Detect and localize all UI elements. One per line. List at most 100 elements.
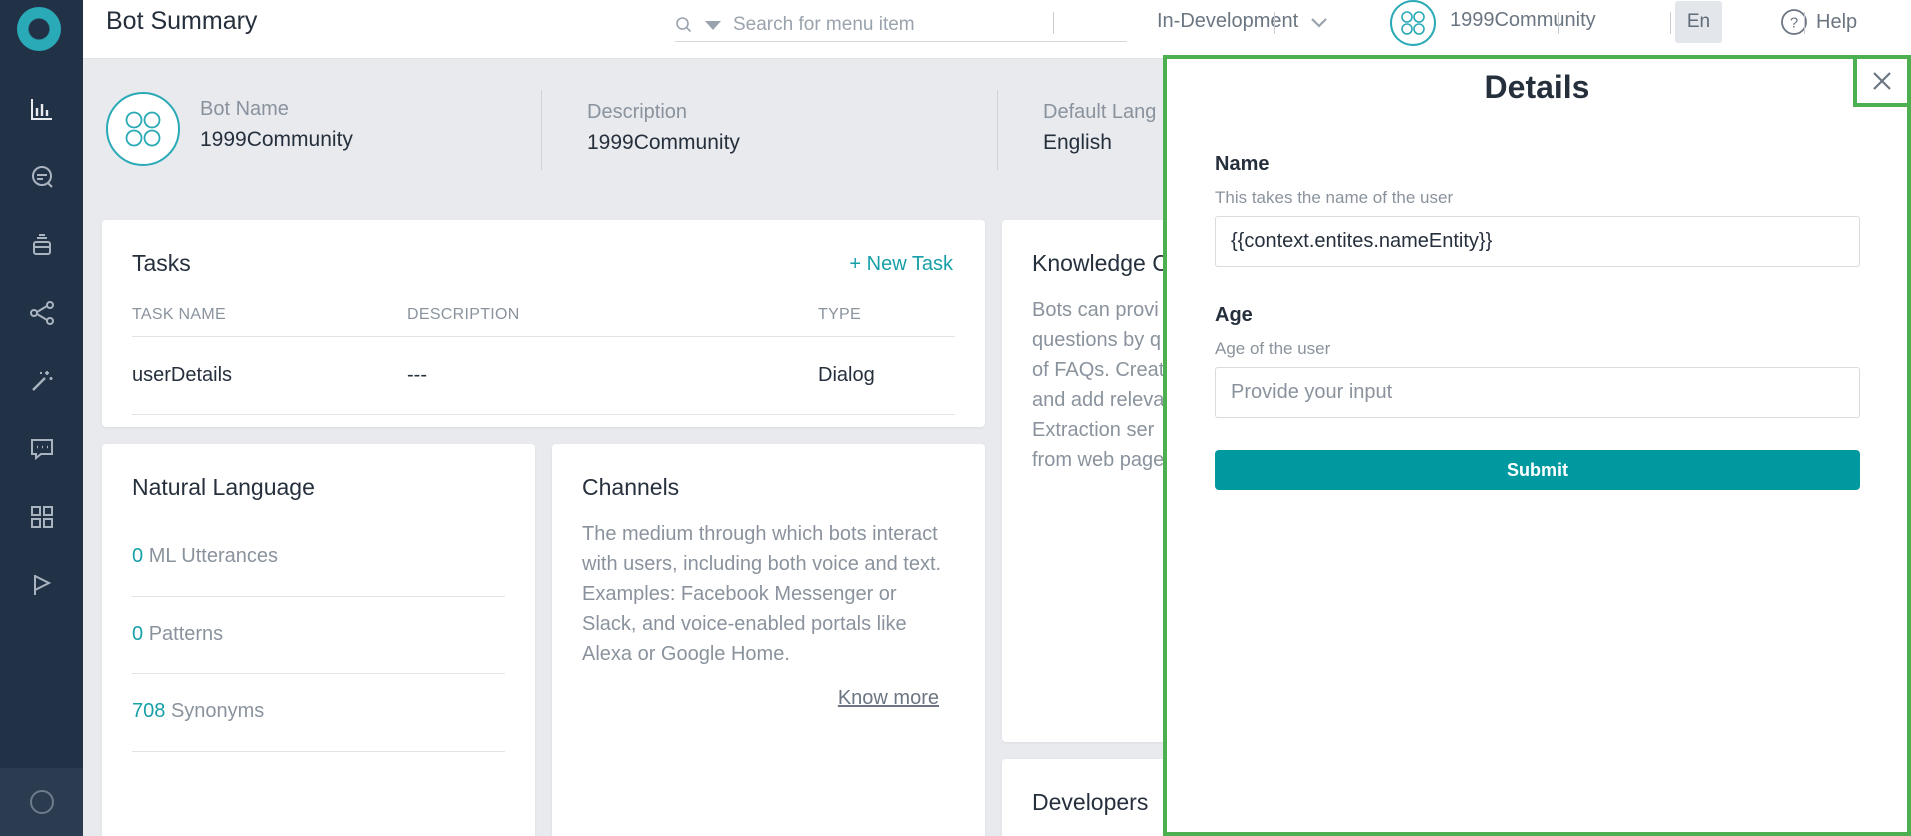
patterns-count: 0: [132, 623, 144, 645]
bot-name-label: Bot Name: [200, 98, 289, 120]
search-icon: [676, 16, 692, 32]
natural-language-card: Natural Language 0 ML Utterances 0 Patte…: [102, 444, 535, 836]
name-field-label: Name: [1215, 153, 1270, 175]
details-title: Details: [1484, 69, 1590, 105]
developers-title: Developers: [1032, 789, 1149, 815]
description-label: Description: [587, 101, 688, 123]
patterns-link[interactable]: 0 Patterns: [132, 623, 223, 646]
natural-language-title: Natural Language: [132, 474, 315, 500]
divider: [1053, 12, 1054, 34]
search-input[interactable]: Search for menu item: [733, 14, 915, 36]
submit-button[interactable]: Submit: [1215, 450, 1860, 490]
knowledge-line: questions by q: [1032, 329, 1161, 351]
default-language-label: Default Lang: [1043, 101, 1157, 123]
channels-line: with users, including both voice and tex…: [582, 553, 942, 575]
language-button[interactable]: En: [1675, 1, 1722, 43]
nav-apps[interactable]: [0, 497, 83, 537]
divider: [132, 596, 505, 597]
nav-publish[interactable]: [0, 565, 83, 605]
stack-icon: [32, 234, 51, 255]
column-header-type: TYPE: [818, 306, 861, 323]
nav-tasks[interactable]: [0, 225, 83, 265]
divider: [132, 751, 505, 752]
divider: [541, 90, 542, 170]
divider: [132, 336, 955, 337]
nav-messages[interactable]: [0, 429, 83, 469]
flag-icon: [33, 575, 51, 595]
task-name-cell[interactable]: userDetails: [132, 364, 232, 387]
channels-description: The medium through which bots interact w…: [582, 519, 941, 669]
channels-card: Channels The medium through which bots i…: [552, 444, 985, 836]
column-header-task-name: TASK NAME: [132, 306, 226, 323]
channels-line: Alexa or Google Home.: [582, 643, 790, 665]
channels-line: The medium through which bots interact: [582, 523, 938, 545]
synonyms-count: 708: [132, 700, 166, 722]
knowledge-line: Extraction ser: [1032, 419, 1155, 441]
knowledge-description: Bots can provi questions by q of FAQs. C…: [1032, 295, 1164, 475]
knowledge-line: from web page: [1032, 449, 1165, 471]
knowledge-line: of FAQs. Creat: [1032, 359, 1165, 381]
patterns-label: Patterns: [148, 623, 224, 645]
name-field[interactable]: {{context.entites.nameEntity}}: [1215, 216, 1860, 267]
bot-name-value: 1999Community: [200, 128, 353, 151]
divider: [1558, 12, 1559, 34]
environment-label: In-Development: [1157, 10, 1299, 32]
message-icon: [30, 439, 53, 461]
knowledge-line: Bots can provi: [1032, 299, 1159, 321]
ml-utterances-link[interactable]: 0 ML Utterances: [132, 545, 278, 568]
share-nodes-icon: [29, 301, 54, 325]
age-field-hint: Age of the user: [1215, 339, 1331, 358]
magic-wand-icon: [31, 371, 52, 391]
nav-summary[interactable]: [0, 89, 83, 129]
bot-switcher[interactable]: 1999Community: [1390, 0, 1596, 46]
synonyms-label: Synonyms: [170, 700, 265, 722]
bar-chart-icon: [30, 99, 52, 120]
divider: [1670, 12, 1671, 34]
page-title: Bot Summary: [106, 7, 258, 35]
knowledge-title: Knowledge C: [1032, 250, 1169, 276]
tasks-card: Tasks + New Task TASK NAME DESCRIPTION T…: [102, 220, 985, 427]
channels-line: Slack, and voice-enabled portals like: [582, 613, 907, 635]
divider: [132, 414, 955, 415]
description-value: 1999Community: [587, 131, 740, 154]
column-header-description: DESCRIPTION: [407, 306, 520, 323]
chevron-down-icon: [1311, 17, 1327, 28]
app-logo-icon[interactable]: [17, 7, 61, 51]
top-header: Bot Summary Search for menu item In-Deve…: [83, 0, 1911, 59]
close-button[interactable]: [1853, 55, 1911, 107]
divider: [1274, 12, 1275, 34]
task-type-cell: Dialog: [818, 364, 875, 386]
know-more-link[interactable]: Know more: [838, 687, 939, 710]
channels-line: Examples: Facebook Messenger or: [582, 583, 897, 605]
knowledge-line: and add releva: [1032, 389, 1165, 411]
divider: [997, 90, 998, 170]
tasks-title: Tasks: [132, 250, 191, 276]
default-language-value: English: [1043, 131, 1112, 154]
bot-avatar-icon: [106, 92, 180, 166]
name-field-hint: This takes the name of the user: [1215, 188, 1454, 207]
help-button[interactable]: ? Help: [1780, 8, 1857, 36]
bot-name-header: 1999Community: [1450, 8, 1596, 31]
age-field-label: Age: [1215, 304, 1253, 326]
nav-flows[interactable]: [0, 293, 83, 333]
new-task-link[interactable]: + New Task: [849, 253, 953, 276]
task-description-cell: ---: [407, 364, 427, 386]
ml-utterances-label: ML Utterances: [148, 545, 278, 567]
nav-conversation[interactable]: [0, 157, 83, 197]
divider: [1804, 12, 1805, 34]
chat-search-icon: [31, 166, 53, 188]
circle-icon: [29, 790, 54, 814]
help-label: Help: [1816, 10, 1858, 33]
age-field[interactable]: Provide your input: [1215, 367, 1860, 418]
nav-magic[interactable]: [0, 361, 83, 401]
synonyms-link[interactable]: 708 Synonyms: [132, 700, 264, 723]
nav-bottom-status[interactable]: [0, 768, 83, 836]
close-icon: [1873, 72, 1891, 90]
left-navigation-rail: [0, 0, 83, 836]
svg-text:?: ?: [1790, 15, 1798, 32]
environment-selector[interactable]: In-Development: [1157, 10, 1328, 33]
bot-avatar-icon: [1390, 0, 1436, 46]
menu-search[interactable]: Search for menu item: [675, 8, 1127, 42]
caret-down-icon[interactable]: [703, 19, 723, 31]
grid-icon: [30, 506, 53, 528]
